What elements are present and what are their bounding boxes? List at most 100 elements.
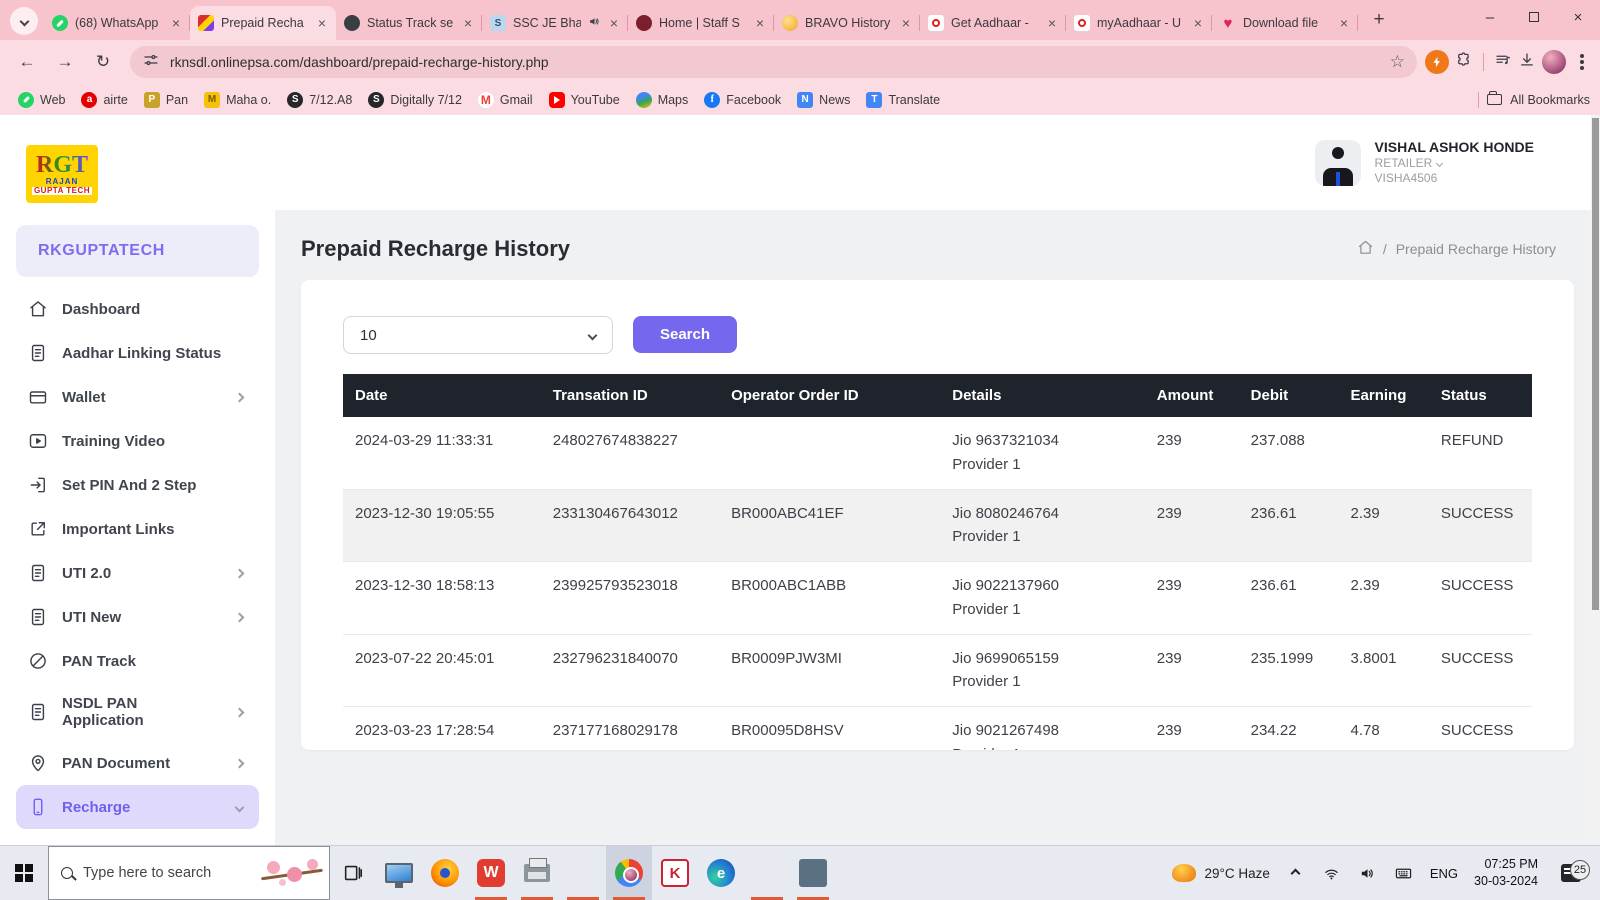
browser-tab[interactable]: myAadhaar - U×: [1066, 6, 1212, 40]
home-icon[interactable]: [1357, 239, 1374, 259]
language-indicator[interactable]: ENG: [1430, 866, 1458, 881]
taskbar-app-file-explorer[interactable]: [560, 846, 606, 900]
taskbar-search[interactable]: [48, 846, 330, 900]
new-tab-button[interactable]: +: [1364, 5, 1394, 35]
sidebar-item-aadhar-linking-status[interactable]: Aadhar Linking Status: [16, 331, 259, 375]
sidebar-item-important-links[interactable]: Important Links: [16, 507, 259, 551]
tab-close-icon[interactable]: ×: [462, 15, 474, 31]
bookmark-item[interactable]: Web: [10, 89, 73, 111]
lightning-extension-icon[interactable]: [1425, 50, 1449, 74]
tab-close-icon[interactable]: ×: [170, 15, 182, 31]
browser-tab[interactable]: BRAVO History×: [774, 6, 920, 40]
cell-status: SUCCESS: [1431, 562, 1532, 635]
extensions-icon[interactable]: [1455, 51, 1473, 74]
keyboard-icon[interactable]: [1394, 865, 1414, 882]
browser-tab[interactable]: (68) WhatsApp×: [44, 6, 190, 40]
breadcrumb: / Prepaid Recharge History: [1357, 239, 1556, 259]
bookmark-item[interactable]: MMaha o.: [196, 89, 279, 111]
user-role-dropdown[interactable]: RETAILER: [1375, 156, 1534, 171]
browser-tab[interactable]: Status Track se×: [336, 6, 482, 40]
bookmark-item[interactable]: YouTube: [541, 89, 628, 111]
cell-transaction-id: 233130467643012: [543, 489, 721, 562]
tab-close-icon[interactable]: ×: [1192, 15, 1204, 31]
bookmark-item[interactable]: TTranslate: [858, 89, 948, 111]
page-scrollbar[interactable]: [1591, 115, 1600, 845]
search-button[interactable]: Search: [633, 316, 737, 353]
browser-tab[interactable]: ♥Download file×: [1212, 6, 1358, 40]
bookmark-item[interactable]: fFacebook: [696, 89, 789, 111]
minimize-button[interactable]: –: [1468, 0, 1512, 34]
taskbar-app-chrome[interactable]: [606, 846, 652, 900]
emblem-favicon: [636, 15, 652, 31]
tray-expand-button[interactable]: [1286, 870, 1306, 877]
tab-close-icon[interactable]: ×: [1338, 15, 1350, 31]
bookmark-item[interactable]: NNews: [789, 89, 858, 111]
notification-center-button[interactable]: 25: [1554, 864, 1588, 882]
clock[interactable]: 07:25 PM 30-03-2024: [1474, 856, 1538, 890]
tab-close-icon[interactable]: ×: [608, 15, 620, 31]
close-button[interactable]: ×: [1556, 0, 1600, 34]
weather-widget[interactable]: 29°C Haze: [1172, 864, 1269, 882]
back-button[interactable]: ←: [11, 46, 43, 78]
user-avatar[interactable]: [1315, 140, 1361, 186]
sidebar-item-uti-new[interactable]: UTI New: [16, 595, 259, 639]
menu-kebab-icon[interactable]: [1580, 60, 1584, 64]
sidebar-item-wallet[interactable]: Wallet: [16, 375, 259, 419]
bookmark-item[interactable]: MGmail: [470, 89, 541, 111]
taskbar-app-edge[interactable]: e: [698, 846, 744, 900]
bookmark-star-icon[interactable]: ☆: [1390, 52, 1405, 72]
sidebar-item-set-pin-and-2-step[interactable]: Set PIN And 2 Step: [16, 463, 259, 507]
tab-close-icon[interactable]: ×: [1046, 15, 1058, 31]
maximize-button[interactable]: [1512, 0, 1556, 34]
address-bar[interactable]: rknsdl.onlinepsa.com/dashboard/prepaid-r…: [130, 46, 1417, 78]
taskbar-app-calculator[interactable]: [790, 846, 836, 900]
playlist-icon[interactable]: [1494, 51, 1512, 74]
bookmark-item[interactable]: PPan: [136, 89, 196, 111]
chevron-right-icon: [235, 758, 245, 768]
downloads-icon[interactable]: [1518, 51, 1536, 74]
tab-close-icon[interactable]: ×: [316, 15, 328, 31]
taskbar-app-printer[interactable]: [514, 846, 560, 900]
bookmark-item[interactable]: aairte: [73, 89, 135, 111]
tab-close-icon[interactable]: ×: [754, 15, 766, 31]
browser-tab[interactable]: Home | Staff S×: [628, 6, 774, 40]
bravo-favicon: [782, 15, 798, 31]
table-header-row: DateTransation IDOperator Order IDDetail…: [343, 374, 1532, 417]
taskbar-app-pc[interactable]: [376, 846, 422, 900]
tab-search-button[interactable]: [10, 7, 38, 35]
browser-tab[interactable]: Prepaid Recha×: [190, 6, 336, 40]
sidebar-item-training-video[interactable]: Training Video: [16, 419, 259, 463]
sidebar-item-dashboard[interactable]: Dashboard: [16, 287, 259, 331]
sidebar-item-recharge[interactable]: Recharge: [16, 785, 259, 829]
browser-tab[interactable]: Get Aadhaar -×: [920, 6, 1066, 40]
sidebar-item-pan-track[interactable]: PAN Track: [16, 639, 259, 683]
task-view-button[interactable]: [330, 846, 376, 900]
taskbar-app-media-player[interactable]: [744, 846, 790, 900]
taskbar-search-input[interactable]: [83, 865, 243, 881]
sidebar-item-pan-document[interactable]: PAN Document: [16, 741, 259, 785]
sidebar-item-nsdl-pan-application[interactable]: NSDL PAN Application: [16, 683, 259, 741]
page-size-select[interactable]: 10: [343, 316, 613, 354]
taskbar-app-firefox[interactable]: [422, 846, 468, 900]
profile-avatar[interactable]: [1542, 50, 1566, 74]
start-button[interactable]: [0, 846, 48, 900]
forward-button[interactable]: →: [49, 46, 81, 78]
bookmark-item[interactable]: S7/12.A8: [279, 89, 360, 111]
all-bookmarks[interactable]: All Bookmarks: [1478, 92, 1590, 108]
wifi-icon[interactable]: [1322, 865, 1342, 882]
aadhaar-favicon: [1074, 15, 1090, 31]
tab-close-icon[interactable]: ×: [900, 15, 912, 31]
cell-earning: 2.39: [1341, 562, 1431, 635]
doc-icon: [28, 607, 48, 627]
scrollbar-thumb[interactable]: [1592, 118, 1599, 610]
taskbar-app-k-app[interactable]: K: [652, 846, 698, 900]
reload-button[interactable]: ↻: [87, 46, 119, 78]
volume-icon[interactable]: [1358, 865, 1378, 882]
sidebar-item-uti-2-0[interactable]: UTI 2.0: [16, 551, 259, 595]
site-info-icon[interactable]: [142, 51, 160, 74]
bookmark-item[interactable]: SDigitally 7/12: [360, 89, 470, 111]
browser-tab[interactable]: SSSC JE Bha×: [482, 6, 628, 40]
chevron-down-icon: [588, 330, 598, 340]
bookmark-item[interactable]: Maps: [628, 89, 697, 111]
taskbar-app-wps[interactable]: W: [468, 846, 514, 900]
